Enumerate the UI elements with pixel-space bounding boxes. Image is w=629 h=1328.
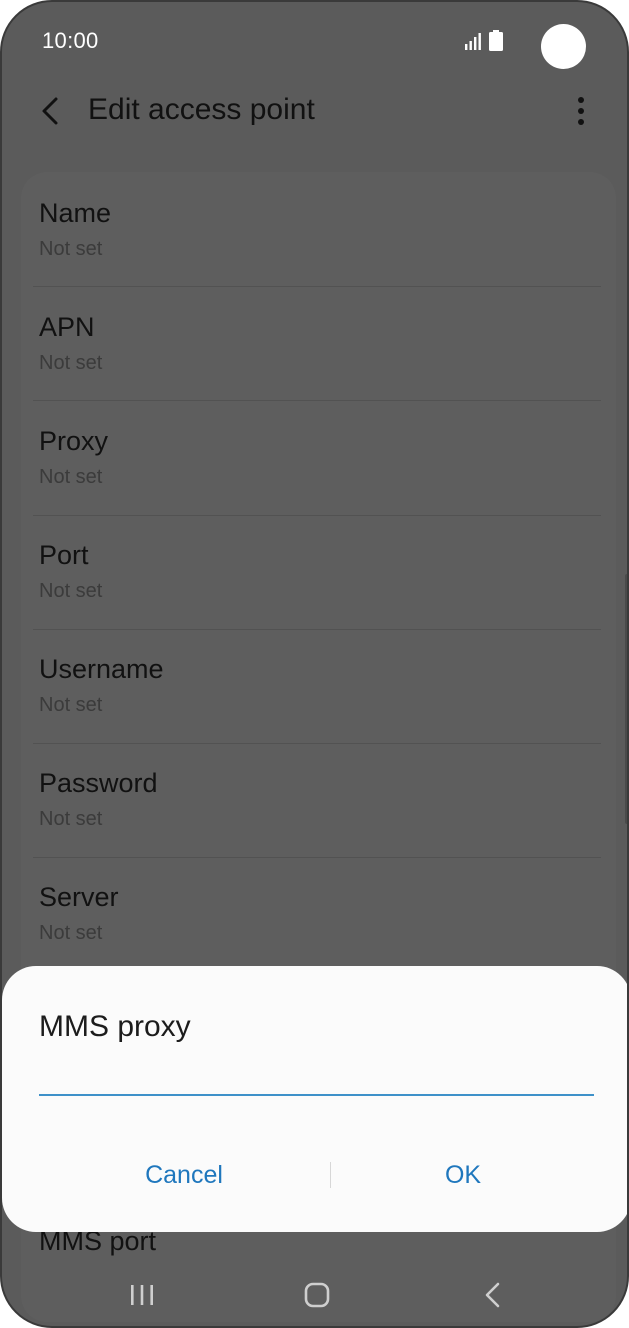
setting-label: Server [39,882,119,912]
navigation-bar [2,1264,627,1326]
battery-icon [489,30,503,51]
camera-cutout-icon [541,24,586,69]
setting-label: Name [39,198,112,228]
nav-back-icon[interactable] [473,1278,513,1312]
dialog-title: MMS proxy [39,1010,191,1043]
setting-label: Proxy [39,426,109,456]
setting-value: Not set [39,808,103,830]
mms-proxy-input[interactable] [39,1066,594,1096]
page-title: Edit access point [88,93,315,126]
phone-frame: 10:00 Edit access point Name Not set APN… [0,0,629,1328]
back-chevron-icon[interactable] [36,94,66,128]
button-separator [330,1162,331,1188]
setting-label: Port [39,540,89,570]
home-icon[interactable] [297,1278,337,1312]
recents-icon[interactable] [122,1278,162,1312]
setting-label: Username [39,654,164,684]
setting-server[interactable]: Server Not set [33,856,601,970]
setting-value: Not set [39,922,103,944]
mms-proxy-dialog: MMS proxy Cancel OK [2,966,627,1232]
setting-value: Not set [39,466,103,488]
setting-proxy[interactable]: Proxy Not set [33,400,601,514]
signal-icon [465,33,481,50]
setting-apn[interactable]: APN Not set [33,286,601,400]
setting-name[interactable]: Name Not set [33,172,601,286]
setting-label: APN [39,312,95,342]
status-bar: 10:00 [2,2,627,82]
more-vertical-icon[interactable] [568,94,594,128]
setting-label: Password [39,768,158,798]
setting-value: Not set [39,580,103,602]
app-header: Edit access point [2,82,627,142]
setting-port[interactable]: Port Not set [33,514,601,628]
setting-value: Not set [39,238,103,260]
setting-username[interactable]: Username Not set [33,628,601,742]
ok-button[interactable]: OK [333,1150,593,1200]
status-time: 10:00 [42,28,99,53]
setting-password[interactable]: Password Not set [33,742,601,856]
cancel-button[interactable]: Cancel [54,1150,314,1200]
setting-value: Not set [39,694,103,716]
side-key [625,574,627,824]
setting-value: Not set [39,352,103,374]
